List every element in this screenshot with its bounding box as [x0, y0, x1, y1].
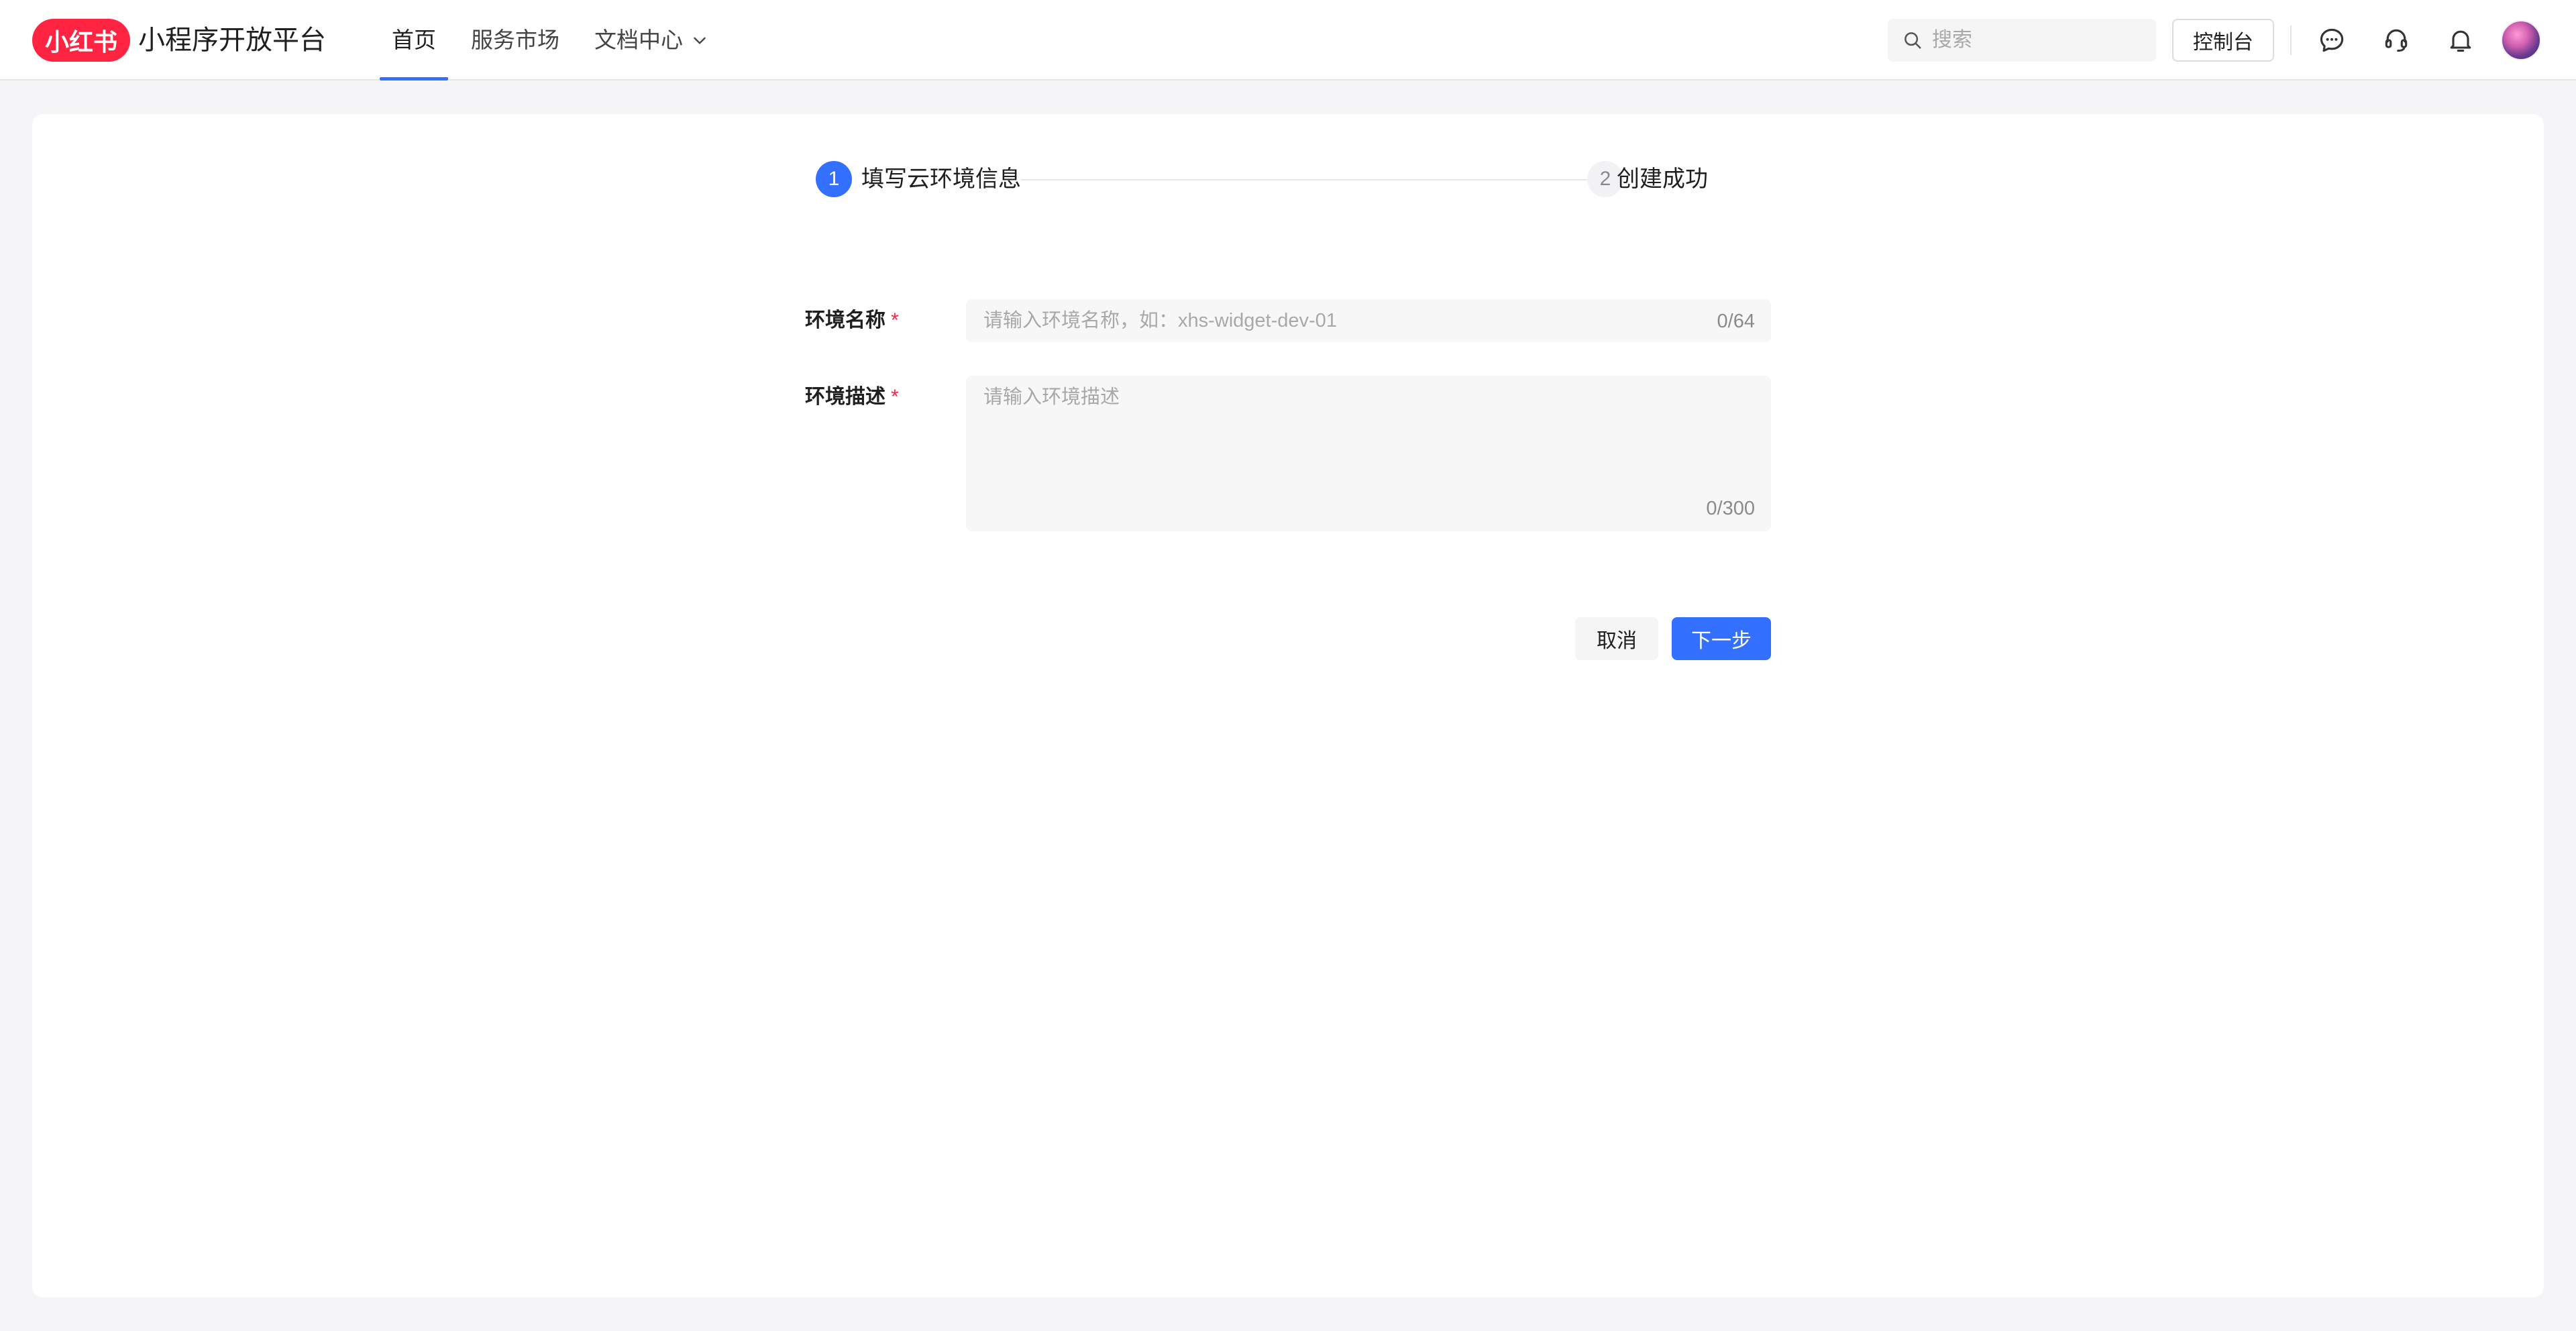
step-2-label: 创建成功	[1617, 166, 1708, 192]
cancel-button[interactable]: 取消	[1575, 617, 1658, 660]
search-icon	[1902, 30, 1923, 50]
chevron-down-icon	[691, 32, 708, 49]
step-1-label: 填写云环境信息	[861, 166, 1021, 192]
message-icon[interactable]	[2316, 24, 2348, 56]
next-step-button[interactable]: 下一步	[1672, 617, 1771, 660]
nav-item-label: 服务市场	[471, 28, 559, 52]
nav-item-service-market[interactable]: 服务市场	[459, 0, 572, 81]
env-desc-counter: 0/300	[1706, 498, 1755, 519]
nav-item-label: 文档中心	[594, 28, 683, 52]
env-desc-label: 环境描述 *	[805, 376, 899, 419]
xiaohongshu-logo[interactable]: 小红书	[32, 19, 130, 62]
create-environment-card: 1 填写云环境信息 2 创建成功 环境名称* 0/64 环境描述* 0/300 …	[32, 114, 2544, 1297]
nav-item-home[interactable]: 首页	[380, 0, 448, 81]
required-mark: *	[891, 386, 899, 408]
platform-title: 小程序开放平台	[138, 25, 326, 55]
env-name-label: 环境名称 *	[805, 299, 899, 342]
search-box[interactable]	[1888, 19, 2156, 62]
env-name-field[interactable]: 0/64	[966, 299, 1771, 342]
bell-icon[interactable]	[2445, 24, 2477, 56]
env-name-counter: 0/64	[1717, 311, 1755, 332]
env-desc-field[interactable]: 0/300	[966, 376, 1771, 531]
env-name-input[interactable]	[983, 299, 1695, 342]
nav-item-label: 首页	[392, 28, 436, 52]
required-mark: *	[891, 309, 899, 331]
header-divider	[2290, 25, 2292, 55]
console-button[interactable]: 控制台	[2172, 19, 2274, 62]
step-connector	[1021, 179, 1591, 180]
top-navbar: 小红书 小程序开放平台 首页 服务市场 文档中心 控制台	[0, 0, 2576, 81]
user-avatar[interactable]	[2501, 20, 2541, 60]
headset-icon[interactable]	[2380, 24, 2412, 56]
search-input[interactable]	[1932, 29, 2147, 52]
main-nav: 首页 服务市场 文档中心	[380, 0, 731, 81]
env-name-label-text: 环境名称	[805, 309, 885, 331]
env-desc-textarea[interactable]	[983, 385, 1748, 486]
env-desc-label-text: 环境描述	[805, 386, 885, 408]
step-1-number: 1	[816, 161, 852, 197]
nav-item-docs[interactable]: 文档中心	[582, 0, 720, 81]
